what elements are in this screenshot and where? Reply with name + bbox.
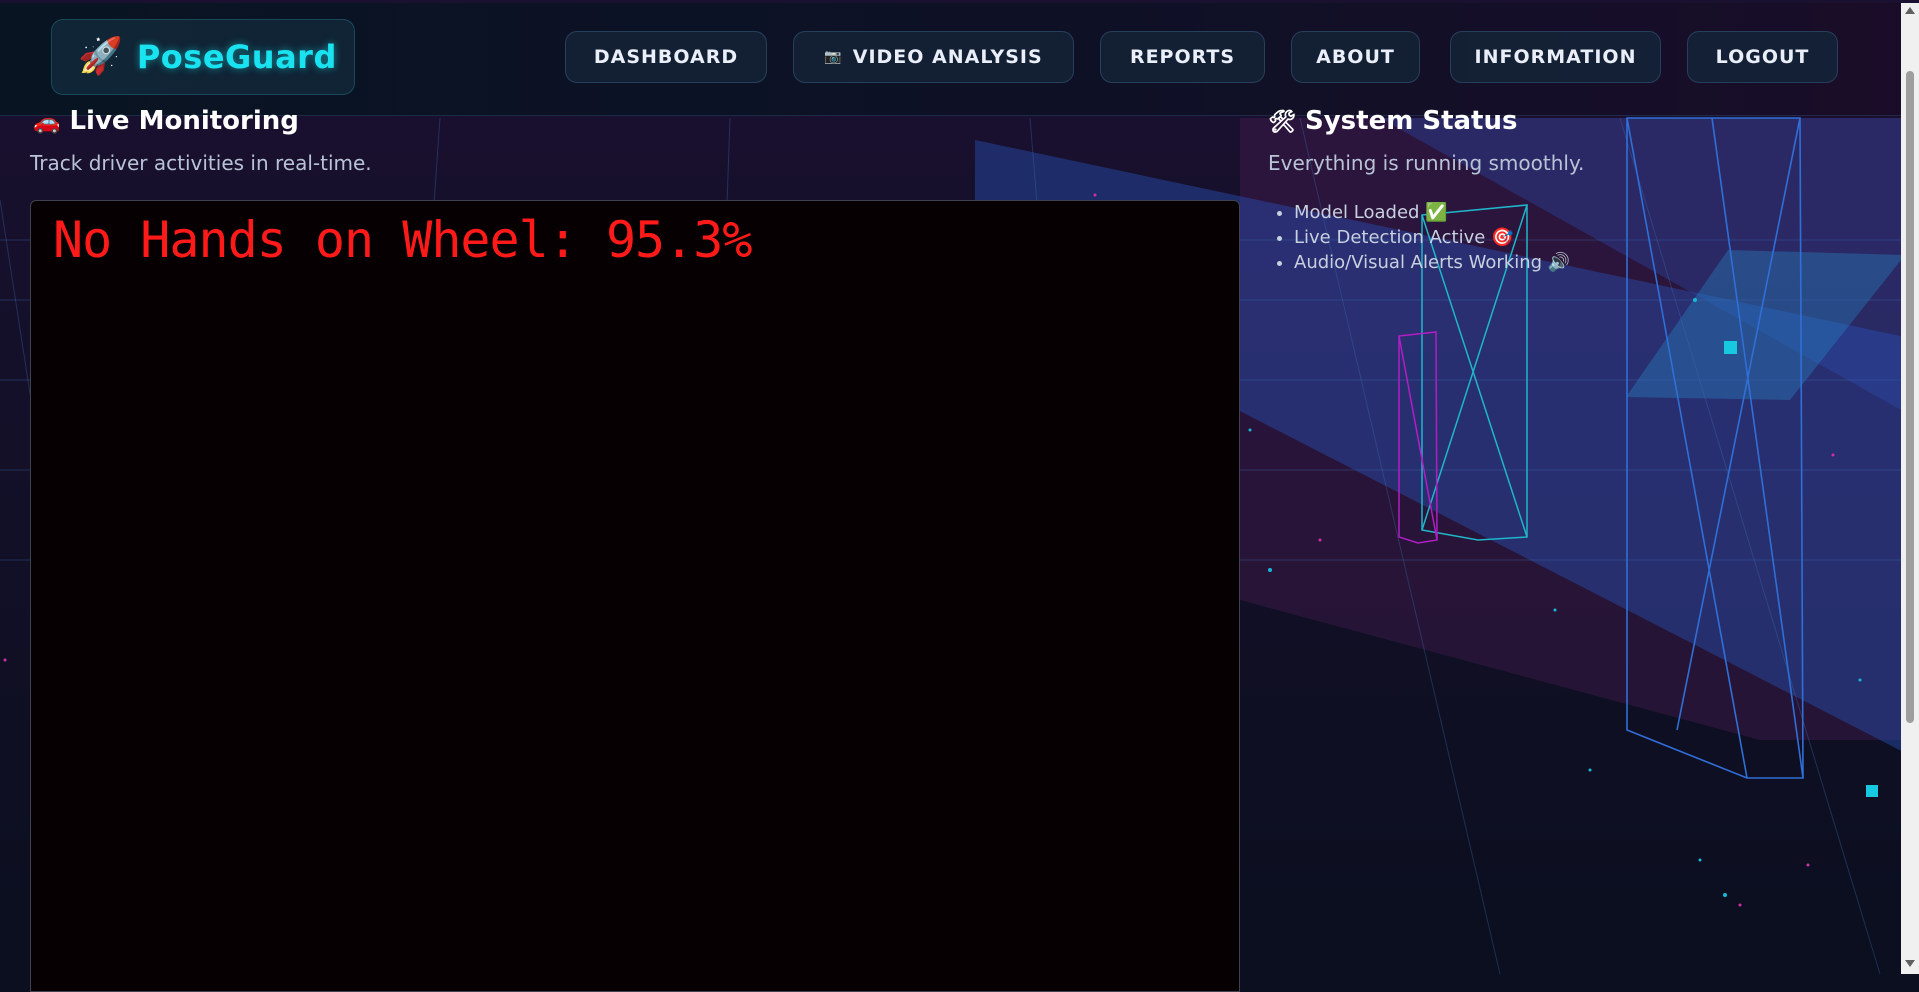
tools-icon: 🛠 xyxy=(1268,110,1296,135)
nav-reports-button[interactable]: REPORTS xyxy=(1100,31,1265,83)
system-status-title: System Status xyxy=(1305,106,1518,136)
nav-about-button[interactable]: ABOUT xyxy=(1291,31,1420,83)
live-monitoring-title: Live Monitoring xyxy=(69,106,299,136)
nav-information-button[interactable]: INFORMATION xyxy=(1450,31,1661,83)
status-item-alerts: Audio/Visual Alerts Working 🔊 xyxy=(1294,250,1570,275)
nav-logout-button[interactable]: LOGOUT xyxy=(1687,31,1838,83)
status-item-label: Audio/Visual Alerts Working xyxy=(1294,252,1543,273)
status-item-label: Live Detection Active xyxy=(1294,227,1486,248)
rocket-icon: 🚀 xyxy=(78,36,123,77)
nav-reports-label: REPORTS xyxy=(1129,46,1236,68)
nav-video-analysis-label: VIDEO ANALYSIS xyxy=(852,46,1043,68)
status-item-model-loaded: Model Loaded ✅ xyxy=(1294,200,1570,225)
check-icon: ✅ xyxy=(1425,202,1448,223)
brand-logo[interactable]: 🚀 PoseGuard xyxy=(51,19,355,95)
live-monitoring-subtitle: Track driver activities in real-time. xyxy=(30,151,372,175)
speaker-icon: 🔊 xyxy=(1547,252,1571,273)
system-status-subtitle: Everything is running smoothly. xyxy=(1268,151,1585,175)
status-item-live-detection: Live Detection Active 🎯 xyxy=(1294,225,1570,250)
live-video-feed: No Hands on Wheel: 95.3% xyxy=(30,200,1240,992)
brand-name: PoseGuard xyxy=(136,38,337,76)
camera-icon: 📷 xyxy=(824,49,843,65)
nav-information-label: INFORMATION xyxy=(1474,46,1637,68)
live-monitoring-heading: 🚗 Live Monitoring xyxy=(33,106,299,136)
status-item-label: Model Loaded xyxy=(1294,202,1420,223)
detection-overlay-text: No Hands on Wheel: 95.3% xyxy=(53,211,752,269)
nav-dashboard-label: DASHBOARD xyxy=(593,46,739,68)
target-icon: 🎯 xyxy=(1491,227,1514,248)
nav-dashboard-button[interactable]: DASHBOARD xyxy=(565,31,767,83)
scrollbar-thumb[interactable] xyxy=(1906,71,1914,723)
system-status-heading: 🛠 System Status xyxy=(1268,106,1517,136)
nav-about-label: ABOUT xyxy=(1316,46,1395,68)
nav-video-analysis-button[interactable]: 📷 VIDEO ANALYSIS xyxy=(793,31,1074,83)
top-navbar: 🚀 PoseGuard DASHBOARD 📷 VIDEO ANALYSIS R… xyxy=(0,3,1901,116)
page-scrollbar[interactable] xyxy=(1901,3,1919,974)
car-icon: 🚗 xyxy=(33,110,61,135)
scroll-down-icon[interactable] xyxy=(1905,960,1915,967)
nav-logout-label: LOGOUT xyxy=(1715,46,1810,68)
system-status-list: Model Loaded ✅ Live Detection Active 🎯 A… xyxy=(1270,200,1570,275)
scroll-up-icon[interactable] xyxy=(1905,7,1915,14)
